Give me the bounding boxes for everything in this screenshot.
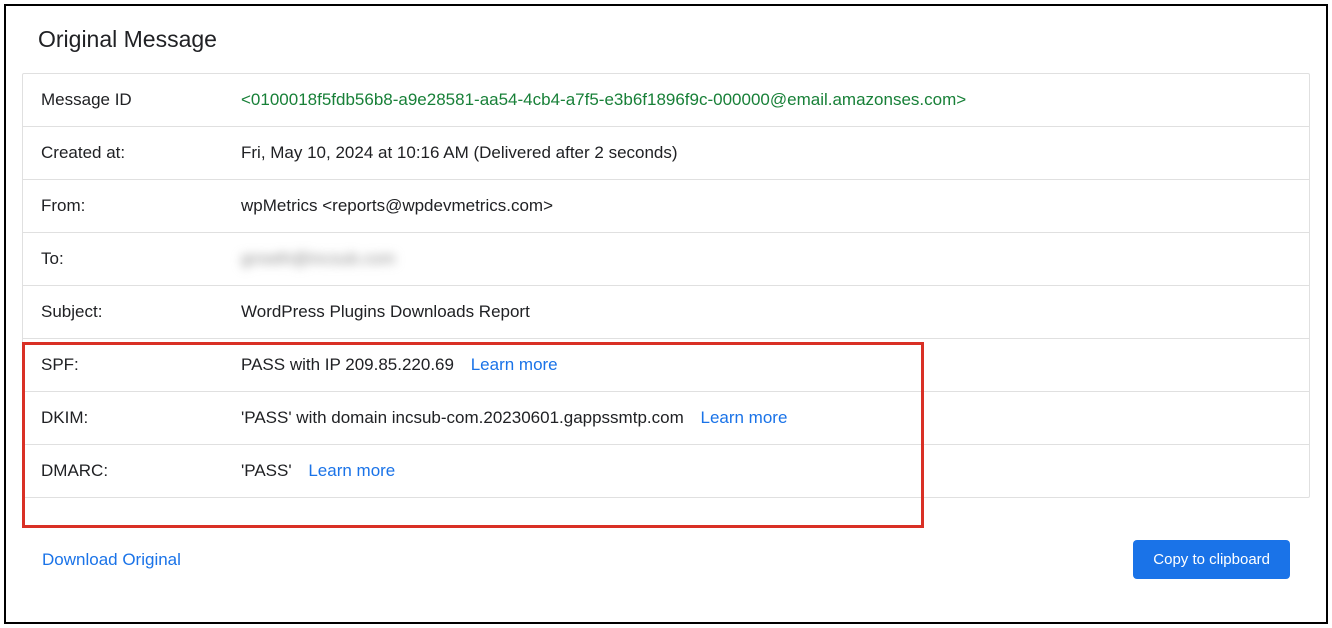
- copy-to-clipboard-button[interactable]: Copy to clipboard: [1133, 540, 1290, 579]
- spf-value: PASS with IP 209.85.220.69 Learn more: [241, 355, 558, 375]
- dmarc-value: 'PASS' Learn more: [241, 461, 395, 481]
- message-id-row: Message ID <0100018f5fdb56b8-a9e28581-aa…: [23, 74, 1309, 127]
- dkim-row: DKIM: 'PASS' with domain incsub-com.2023…: [23, 392, 1309, 445]
- to-value: growth@incsub.com: [241, 249, 395, 269]
- message-id-label: Message ID: [41, 90, 241, 110]
- subject-value: WordPress Plugins Downloads Report: [241, 302, 530, 322]
- dkim-value: 'PASS' with domain incsub-com.20230601.g…: [241, 408, 787, 428]
- download-original-link[interactable]: Download Original: [42, 550, 181, 570]
- dkim-learn-more-link[interactable]: Learn more: [700, 408, 787, 427]
- from-value: wpMetrics <reports@wpdevmetrics.com>: [241, 196, 553, 216]
- subject-row: Subject: WordPress Plugins Downloads Rep…: [23, 286, 1309, 339]
- from-label: From:: [41, 196, 241, 216]
- dkim-label: DKIM:: [41, 408, 241, 428]
- created-at-row: Created at: Fri, May 10, 2024 at 10:16 A…: [23, 127, 1309, 180]
- dmarc-status: 'PASS': [241, 461, 292, 480]
- message-id-value: <0100018f5fdb56b8-a9e28581-aa54-4cb4-a7f…: [241, 90, 966, 110]
- from-row: From: wpMetrics <reports@wpdevmetrics.co…: [23, 180, 1309, 233]
- footer-actions: Download Original Copy to clipboard: [22, 498, 1310, 579]
- message-details-table: Message ID <0100018f5fdb56b8-a9e28581-aa…: [22, 73, 1310, 498]
- spf-learn-more-link[interactable]: Learn more: [471, 355, 558, 374]
- dmarc-row: DMARC: 'PASS' Learn more: [23, 445, 1309, 497]
- created-at-label: Created at:: [41, 143, 241, 163]
- spf-label: SPF:: [41, 355, 241, 375]
- dmarc-learn-more-link[interactable]: Learn more: [308, 461, 395, 480]
- to-label: To:: [41, 249, 241, 269]
- created-at-value: Fri, May 10, 2024 at 10:16 AM (Delivered…: [241, 143, 678, 163]
- page-title: Original Message: [22, 26, 1310, 53]
- subject-label: Subject:: [41, 302, 241, 322]
- dkim-status: 'PASS' with domain incsub-com.20230601.g…: [241, 408, 684, 427]
- spf-row: SPF: PASS with IP 209.85.220.69 Learn mo…: [23, 339, 1309, 392]
- dmarc-label: DMARC:: [41, 461, 241, 481]
- to-row: To: growth@incsub.com: [23, 233, 1309, 286]
- spf-status: PASS with IP 209.85.220.69: [241, 355, 454, 374]
